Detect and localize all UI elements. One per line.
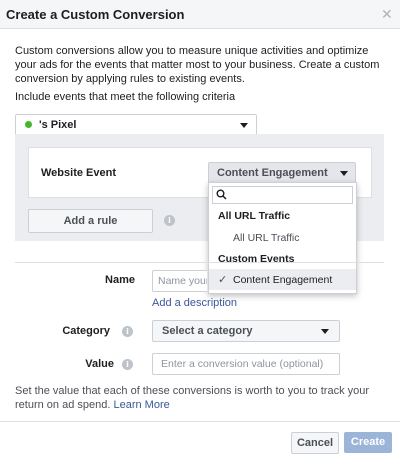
name-input[interactable]: Name your c [152,270,207,292]
value-label: Value [85,358,114,370]
search-icon [216,189,227,200]
name-label: Name [105,274,135,286]
add-description-link[interactable]: Add a description [152,297,237,309]
add-rule-button[interactable]: Add a rule [28,209,153,233]
value-input[interactable]: Enter a conversion value (optional) [152,353,340,375]
helper-text-body: Set the value that each of these convers… [15,385,370,411]
dialog-title: Create a Custom Conversion [6,7,185,22]
pixel-select[interactable]: 's Pixel [15,114,257,136]
create-button[interactable]: Create [344,432,392,453]
event-dropdown-menu: All URL Traffic All URL Traffic Custom E… [208,182,357,294]
info-icon[interactable]: i [122,359,133,370]
category-select[interactable]: Select a category [152,320,340,342]
learn-more-link[interactable]: Learn More [113,399,169,411]
helper-text: Set the value that each of these convers… [15,384,385,412]
website-event-label: Website Event [41,167,116,179]
intro-text: Custom conversions allow you to measure … [15,45,380,85]
info-icon[interactable]: i [122,326,133,337]
chevron-down-icon [321,329,329,334]
footer-divider [0,421,400,422]
event-select-value: Content Engagement [217,167,328,179]
check-icon: ✓ [218,274,228,286]
pixel-label: 's Pixel [39,119,77,131]
menu-group-header-url-traffic: All URL Traffic [218,210,291,222]
value-input-placeholder: Enter a conversion value (optional) [161,358,324,370]
chevron-down-icon [340,171,348,176]
section-divider [15,262,384,263]
chevron-down-icon [240,123,248,128]
menu-search-input[interactable] [212,186,353,204]
name-input-placeholder: Name your c [158,275,207,287]
info-icon[interactable]: i [164,215,175,226]
menu-item-content-engagement[interactable]: ✓ Content Engagement [209,269,356,290]
menu-item-all-url-traffic[interactable]: All URL Traffic [233,232,380,244]
criteria-label: Include events that meet the following c… [15,91,236,103]
menu-item-label: Content Engagement [233,274,333,286]
category-select-value: Select a category [162,325,253,337]
close-icon[interactable]: ✕ [381,6,393,23]
category-label: Category [62,325,110,337]
menu-group-header-custom-events: Custom Events [218,253,295,265]
cancel-button[interactable]: Cancel [291,432,339,454]
pixel-status-dot [25,121,32,128]
event-select[interactable]: Content Engagement [208,162,356,184]
